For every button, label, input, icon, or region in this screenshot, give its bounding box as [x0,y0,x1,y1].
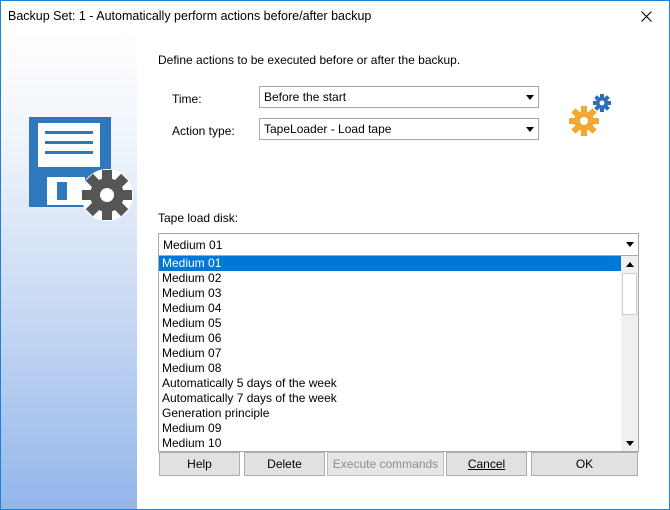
cancel-button[interactable]: Cancel [446,452,527,476]
tape-load-disk-label: Tape load disk: [158,211,239,225]
ok-button[interactable]: OK [531,452,638,476]
scroll-up-button[interactable] [621,256,638,272]
floppy-disk-gear-icon [29,117,133,221]
dropdown-option[interactable]: Medium 06 [159,331,621,346]
dialog-window: Backup Set: 1 - Automatically perform ac… [0,0,670,510]
chevron-down-icon [625,440,634,446]
cancel-button-label: Cancel [467,457,506,471]
dropdown-options: Medium 01 Medium 02 Medium 03 Medium 04 Medi… [159,256,621,451]
dropdown-option[interactable]: Medium 07 [159,346,621,361]
scrollbar-thumb[interactable] [622,273,637,315]
action-type-select-value: TapeLoader - Load tape [264,122,392,136]
settings-gears-icon [569,94,611,136]
chevron-down-icon[interactable] [521,119,538,139]
chevron-down-icon[interactable] [621,235,638,255]
description-text: Define actions to be executed before or … [158,53,461,67]
dropdown-option[interactable]: Automatically 7 days of the week [159,391,621,406]
tape-load-disk-value: Medium 01 [163,237,223,252]
title-bar[interactable]: Backup Set: 1 - Automatically perform ac… [1,1,669,31]
tape-load-disk-select[interactable]: Medium 01 [158,233,639,256]
dropdown-option[interactable]: Medium 05 [159,316,621,331]
close-button[interactable] [623,1,669,31]
time-label: Time: [172,92,202,106]
dropdown-scrollbar[interactable] [621,256,638,451]
action-type-label: Action type: [172,124,235,138]
chevron-up-icon [625,261,634,267]
tape-load-disk-dropdown-list[interactable]: Medium 01 Medium 02 Medium 03 Medium 04 Medi… [158,256,639,452]
dropdown-option[interactable]: Automatically 5 days of the week [159,376,621,391]
dropdown-option[interactable]: Medium 04 [159,301,621,316]
help-button[interactable]: Help [159,452,240,476]
time-select-value: Before the start [264,90,347,104]
close-icon [640,10,652,22]
dropdown-option[interactable]: Generation principle [159,406,621,421]
dropdown-option[interactable]: Medium 08 [159,361,621,376]
dropdown-option[interactable]: Medium 10 [159,436,621,451]
window-title: Backup Set: 1 - Automatically perform ac… [8,9,372,23]
execute-commands-button[interactable]: Execute commands [327,452,444,476]
action-type-select[interactable]: TapeLoader - Load tape [259,118,539,140]
left-decor-panel [1,31,137,509]
dropdown-option[interactable]: Medium 09 [159,421,621,436]
dropdown-option[interactable]: Medium 01 [159,256,621,271]
scroll-down-button[interactable] [621,435,638,451]
time-select[interactable]: Before the start [259,86,539,108]
chevron-down-icon[interactable] [521,87,538,107]
dropdown-option[interactable]: Medium 03 [159,286,621,301]
content-area: Define actions to be executed before or … [137,31,669,509]
dropdown-option[interactable]: Medium 02 [159,271,621,286]
delete-button[interactable]: Delete [244,452,325,476]
